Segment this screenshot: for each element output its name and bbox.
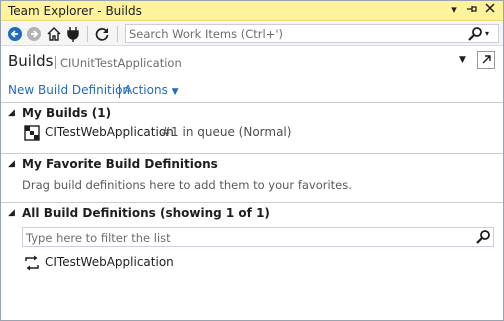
favorites-hint: Drag build definitions here to add them … xyxy=(22,178,352,192)
build-name[interactable]: CITestWebApplication xyxy=(45,125,174,139)
title-bar: Team Explorer - Builds ▾ xyxy=(1,1,503,21)
actions-bar: New Build Definition Actions ▼ xyxy=(1,79,503,101)
search-icon[interactable] xyxy=(475,229,491,245)
search-input[interactable] xyxy=(129,26,459,41)
connect-icon[interactable] xyxy=(65,26,81,42)
favorites-title: My Favorite Build Definitions xyxy=(22,157,218,171)
search-dropdown-icon[interactable]: ▾ xyxy=(485,27,495,41)
actions-label: Actions xyxy=(124,83,168,97)
collapse-arrow-icon: ◢ xyxy=(8,108,15,118)
build-definition-icon xyxy=(24,255,40,271)
project-name: CIUnitTestApplication xyxy=(60,56,182,70)
refresh-icon[interactable] xyxy=(94,26,110,42)
toolbar-separator xyxy=(117,26,118,42)
filter-input[interactable] xyxy=(26,230,466,245)
section-divider xyxy=(1,202,503,203)
toolbar-separator xyxy=(87,26,88,42)
team-explorer-window: Team Explorer - Builds ▾ Search Work Ite… xyxy=(0,0,504,321)
new-build-definition-link[interactable]: New Build Definition xyxy=(8,83,130,97)
page-dropdown-icon[interactable]: ▼ xyxy=(459,55,466,65)
pin-icon[interactable] xyxy=(465,3,479,17)
window-title: Team Explorer - Builds xyxy=(8,4,142,18)
collapse-arrow-icon: ◢ xyxy=(8,208,15,218)
actions-chevron-icon: ▼ xyxy=(171,87,179,97)
close-icon[interactable] xyxy=(483,3,497,17)
home-icon[interactable] xyxy=(46,26,62,42)
definition-name[interactable]: CITestWebApplication xyxy=(45,255,174,269)
build-queued-icon xyxy=(24,125,40,141)
build-row[interactable]: CITestWebApplication #1 in queue (Normal… xyxy=(1,123,503,143)
section-divider xyxy=(1,102,503,103)
search-work-items: ▾ xyxy=(125,24,499,43)
actions-separator xyxy=(119,84,120,98)
build-status: #1 in queue (Normal) xyxy=(161,125,292,139)
search-icon[interactable] xyxy=(467,26,483,42)
header-separator xyxy=(55,56,56,69)
page-header: Builds CIUnitTestApplication ▼ xyxy=(1,48,503,76)
all-definitions-section-header[interactable]: ◢ All Build Definitions (showing 1 of 1) xyxy=(1,204,503,224)
toolbar: ▾ xyxy=(1,22,503,46)
my-builds-title: My Builds (1) xyxy=(22,106,112,120)
all-definitions-title: All Build Definitions (showing 1 of 1) xyxy=(22,206,270,220)
my-builds-section-header[interactable]: ◢ My Builds (1) xyxy=(1,104,503,124)
back-icon[interactable] xyxy=(7,26,23,42)
actions-menu-link[interactable]: Actions ▼ xyxy=(124,83,179,97)
filter-box xyxy=(22,227,494,247)
dropdown-icon[interactable]: ▾ xyxy=(447,3,461,17)
popout-icon[interactable] xyxy=(477,51,495,69)
section-divider xyxy=(1,153,503,154)
page-title: Builds xyxy=(8,52,54,70)
favorites-section-header[interactable]: ◢ My Favorite Build Definitions xyxy=(1,155,503,175)
collapse-arrow-icon: ◢ xyxy=(8,159,15,169)
definition-row[interactable]: CITestWebApplication xyxy=(1,253,503,273)
forward-icon[interactable] xyxy=(26,26,42,42)
